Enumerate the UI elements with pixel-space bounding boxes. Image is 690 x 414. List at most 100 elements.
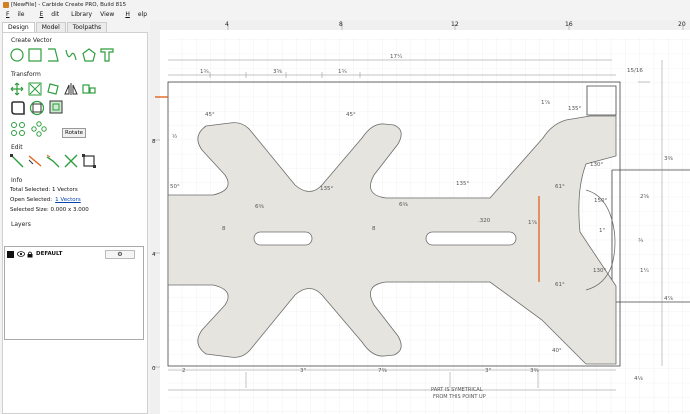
angle-label: 135° bbox=[456, 181, 469, 187]
ruler-left-label: 4 bbox=[152, 252, 156, 258]
create-vector-heading: Create Vector bbox=[11, 37, 52, 44]
dim-label: 1¾ bbox=[200, 69, 209, 75]
dim-label: 2⅝ bbox=[640, 194, 649, 200]
dim-label: 3⅝ bbox=[273, 69, 282, 75]
left-ruler bbox=[150, 20, 160, 414]
text-icon bbox=[100, 48, 114, 62]
design-panel: Create Vector Transform Rotate Edit Info… bbox=[2, 32, 148, 414]
angle-label: 150° bbox=[594, 198, 607, 204]
circle-array-tool-button[interactable] bbox=[10, 121, 26, 137]
trim-icon bbox=[28, 155, 42, 167]
dim-label: 8 bbox=[222, 226, 226, 232]
dim-label: 17¼ bbox=[390, 54, 403, 60]
dim-label: 1¼ bbox=[640, 268, 649, 274]
lock-icon[interactable] bbox=[27, 251, 33, 258]
text-tool-button[interactable] bbox=[100, 48, 114, 62]
scale-tool-button[interactable] bbox=[28, 82, 42, 96]
tab-bar: Design Model Toolpaths bbox=[2, 22, 108, 32]
menu-edit[interactable]: Edit bbox=[32, 10, 67, 20]
fillet-icon bbox=[82, 154, 96, 168]
grid-array-tool-button[interactable] bbox=[31, 121, 47, 137]
ruler-top-label: 16 bbox=[565, 21, 573, 28]
tab-model[interactable]: Model bbox=[35, 22, 66, 32]
design-canvas[interactable]: 4 8 12 16 20 8 4 0 17¼ 15/16 1¾ 3⅝ 1¾ ½ … bbox=[150, 20, 690, 414]
layer-settings-button[interactable]: ⚙ bbox=[105, 250, 135, 259]
dim-label: 8 bbox=[372, 226, 376, 232]
menu-file[interactable]: File bbox=[0, 10, 32, 20]
info-heading: Info bbox=[11, 177, 23, 184]
polygon-icon bbox=[48, 48, 59, 62]
dim-note: FROM THIS POINT UP bbox=[433, 394, 486, 400]
weld-tool-button[interactable] bbox=[49, 100, 63, 114]
left-slot[interactable] bbox=[253, 231, 313, 246]
angle-label: 50° bbox=[170, 184, 180, 190]
menu-bar: File Edit Library View Help bbox=[0, 10, 690, 20]
angle-label: 45° bbox=[346, 112, 356, 118]
layer-row-default[interactable]: DEFAULT ⚙ bbox=[7, 249, 141, 259]
canvas-svg[interactable]: 4 8 12 16 20 8 4 0 17¼ 15/16 1¾ 3⅝ 1¾ ½ … bbox=[150, 20, 690, 414]
ruler-top-label: 12 bbox=[451, 21, 459, 28]
polygon-tool-button[interactable] bbox=[46, 48, 60, 62]
right-slot[interactable] bbox=[425, 231, 517, 246]
angle-label: 45° bbox=[205, 112, 215, 118]
dim-label: 3" bbox=[300, 368, 306, 374]
dim-label: 1⅞ bbox=[541, 100, 550, 106]
ruler-top-label: 8 bbox=[339, 21, 343, 28]
rotate-tooltip: Rotate bbox=[62, 128, 87, 138]
title-bar: [NewFile] - Carbide Create PRO, Build 81… bbox=[0, 0, 690, 10]
dim-label: 15/16 bbox=[627, 68, 643, 74]
layer-color-swatch[interactable] bbox=[7, 250, 14, 258]
menu-view[interactable]: View bbox=[96, 10, 118, 20]
align-tool-button[interactable] bbox=[82, 82, 96, 96]
rectangle-tool-button[interactable] bbox=[28, 48, 42, 62]
rectangle-icon bbox=[28, 48, 42, 62]
layer-name: DEFAULT bbox=[36, 251, 63, 257]
curve-tool-button[interactable] bbox=[64, 48, 78, 62]
trim-tool-button[interactable] bbox=[28, 154, 42, 168]
offset-tool-button[interactable] bbox=[29, 100, 45, 116]
rotate-tool-button[interactable] bbox=[46, 82, 60, 96]
ruler-left-label: 0 bbox=[152, 366, 156, 372]
angle-label: 135° bbox=[568, 106, 581, 112]
offset-icon bbox=[29, 100, 45, 116]
pentagon-icon bbox=[82, 48, 96, 62]
group-tool-button[interactable] bbox=[10, 100, 26, 116]
join-tool-button[interactable] bbox=[46, 154, 60, 168]
fillet-tool-button[interactable] bbox=[82, 154, 96, 168]
gear-icon: ⚙ bbox=[117, 251, 123, 258]
dim-label: ¾ bbox=[638, 238, 644, 244]
open-selected-row: Open Selected: 1 Vectors bbox=[10, 197, 81, 203]
ruler-top-label: 4 bbox=[225, 21, 229, 28]
mirror-tool-button[interactable] bbox=[64, 82, 78, 96]
dim-note: PART IS SYMETRICAL bbox=[431, 387, 483, 393]
angle-label: 61° bbox=[555, 282, 565, 288]
ruler-left-label: 8 bbox=[152, 139, 156, 145]
tab-toolpaths[interactable]: Toolpaths bbox=[66, 22, 108, 32]
dim-label: .320 bbox=[478, 218, 491, 224]
top-ruler bbox=[150, 20, 690, 30]
dim-label: 7⅜ bbox=[378, 368, 387, 374]
menu-help[interactable]: Help bbox=[118, 10, 155, 20]
move-tool-button[interactable] bbox=[10, 82, 24, 96]
layers-heading: Layers bbox=[11, 221, 31, 228]
edit-heading: Edit bbox=[11, 144, 23, 151]
dim-label: 3⅜ bbox=[664, 156, 673, 162]
menu-library[interactable]: Library bbox=[67, 10, 96, 20]
ruler-top-label: 20 bbox=[678, 21, 686, 28]
eye-icon[interactable] bbox=[17, 251, 25, 257]
node-edit-tool-button[interactable] bbox=[10, 154, 24, 168]
app-icon bbox=[3, 1, 9, 8]
open-selected-link[interactable]: 1 Vectors bbox=[55, 197, 81, 203]
tab-design[interactable]: Design bbox=[2, 22, 35, 32]
circle-tool-button[interactable] bbox=[10, 48, 24, 62]
transform-heading: Transform bbox=[11, 71, 41, 78]
dim-label: 4⅛ bbox=[634, 376, 643, 382]
dim-label: 1" bbox=[599, 228, 605, 234]
boolean-tool-button[interactable] bbox=[64, 154, 78, 168]
curve-icon bbox=[65, 49, 77, 61]
dim-label: 3" bbox=[485, 368, 491, 374]
dim-label: 4⅞ bbox=[664, 296, 673, 302]
dim-label: 1⅞ bbox=[528, 220, 537, 226]
pentagon-tool-button[interactable] bbox=[82, 48, 96, 62]
total-selected-row: Total Selected: 1 Vectors bbox=[10, 187, 78, 193]
